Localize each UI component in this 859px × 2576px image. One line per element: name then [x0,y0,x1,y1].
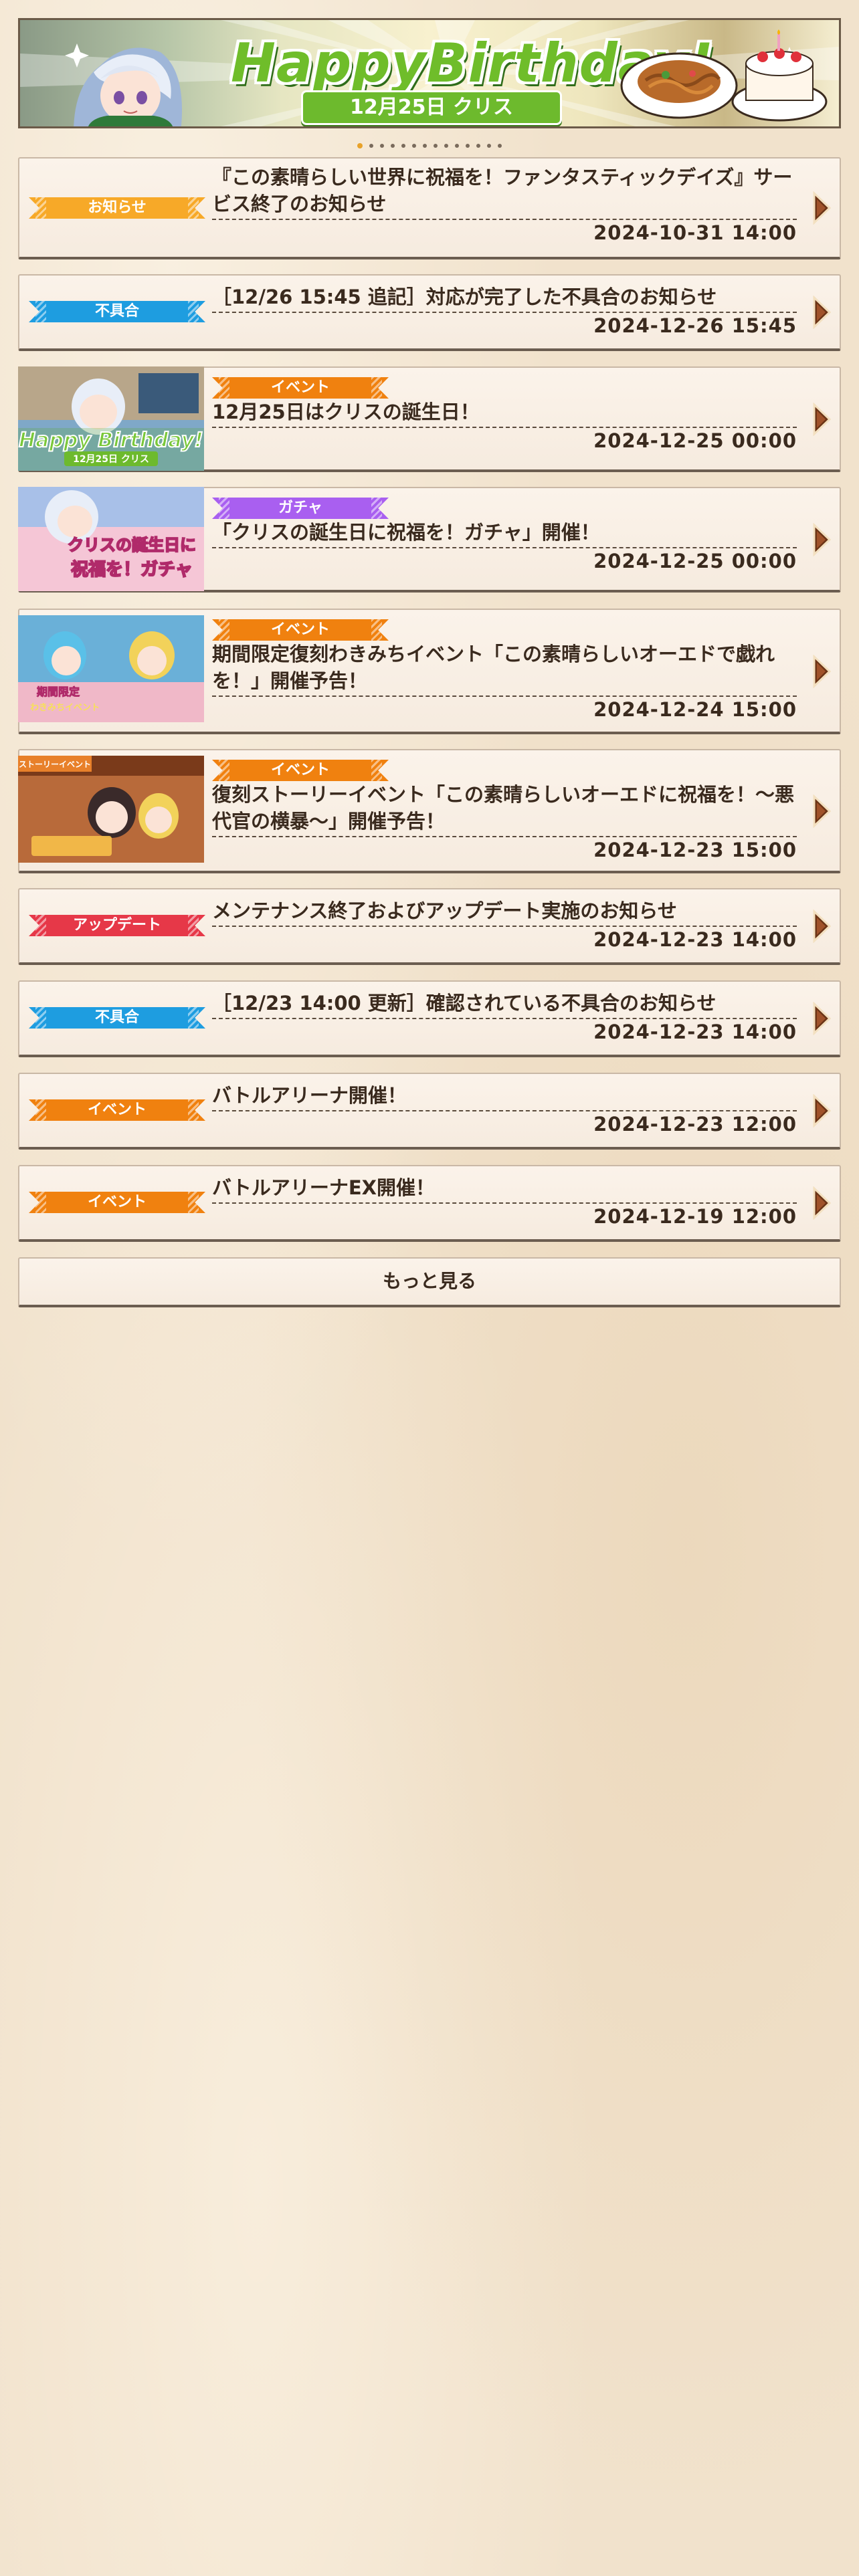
carousel-dot[interactable] [380,144,384,148]
carousel-dot[interactable] [391,144,395,148]
news-date: 2024-12-25 00:00 [212,427,797,452]
chevron-right-icon [813,909,832,943]
tag-event: イベント [212,760,389,781]
banner-subtitle-ribbon: 12月25日 クリス [301,90,562,125]
birthday-banner[interactable]: HappyBirthday! 12月25日 クリス [18,18,841,128]
news-title: 『この素晴らしい世界に祝福を！ファンタスティックデイズ』サービス終了のお知らせ [212,166,793,215]
carousel-dot[interactable] [412,144,416,148]
carousel-dot[interactable] [434,144,438,148]
carousel-dot[interactable] [455,144,459,148]
tag-notice: お知らせ [29,197,205,219]
carousel-dot[interactable] [401,144,405,148]
tag-gacha: ガチャ [212,498,389,519]
news-title: バトルアリーナ開催！ [212,1084,407,1107]
birthday-thumbnail: Happy Birthday! 12月25日 クリス [18,366,204,471]
news-item[interactable]: Happy Birthday! 12月25日 クリス イベント 12月25日はク… [18,366,841,472]
tag-bug: 不具合 [29,301,205,322]
thumb-subtitle: わきみちイベント [30,703,100,713]
thumb-title: クリスの誕生日に [68,536,196,554]
tag-update: アップデート [29,915,205,936]
chevron-right-icon [813,655,832,688]
news-title: メンテナンス終了およびアップデート実施のお知らせ [212,899,677,922]
waki-michi-event-thumbnail: 期間限定 わきみちイベント [18,615,204,722]
tag-event: イベント [212,377,389,399]
news-title: バトルアリーナEX開催！ [212,1176,436,1199]
news-date: 2024-10-31 14:00 [212,219,797,244]
news-title: 12月25日はクリスの誕生日！ [212,401,480,423]
carousel-dot[interactable] [466,144,470,148]
chevron-right-icon [813,1186,832,1220]
more-button[interactable]: もっと見る [18,1257,841,1307]
news-date: 2024-12-23 14:00 [212,1018,797,1043]
news-title: ［12/26 15:45 追記］対応が完了した不具合のお知らせ [212,286,717,308]
thumb-subtitle: 祝福を！ガチャ [71,560,193,580]
news-item[interactable]: 不具合 ［12/23 14:00 更新］確認されている不具合のお知らせ 2024… [18,980,841,1057]
news-date: 2024-12-23 15:00 [212,836,797,861]
carousel-indicator [0,143,859,148]
news-title: 「クリスの誕生日に祝福を！ガチャ」開催！ [212,521,600,544]
tag-event: イベント [29,1192,205,1213]
chevron-right-icon [813,1094,832,1128]
thumb-title: Happy Birthday! [19,429,203,452]
news-item[interactable]: お知らせ 『この素晴らしい世界に祝福を！ファンタスティックデイズ』サービス終了の… [18,157,841,259]
carousel-dot[interactable] [423,144,427,148]
yakisoba-plate-icon [620,52,738,119]
kris-character-art [74,47,182,126]
tag-event: イベント [212,619,389,641]
carousel-dot[interactable] [476,144,480,148]
news-date: 2024-12-26 15:45 [212,312,797,337]
story-event-thumbnail: ストーリーイベント [18,756,204,863]
news-item[interactable]: アップデート メンテナンス終了およびアップデート実施のお知らせ 2024-12-… [18,888,841,965]
chevron-right-icon [813,794,832,828]
chevron-right-icon [813,1002,832,1035]
news-date: 2024-12-23 12:00 [212,1110,797,1136]
news-item[interactable]: 不具合 ［12/26 15:45 追記］対応が完了した不具合のお知らせ 2024… [18,274,841,351]
news-date: 2024-12-25 00:00 [212,547,797,572]
carousel-dot[interactable] [369,144,373,148]
thumb-title: 期間限定 [37,685,80,698]
chevron-right-icon [813,403,832,436]
carousel-dot[interactable] [357,143,363,148]
carousel-dot[interactable] [487,144,491,148]
chevron-right-icon [813,523,832,556]
thumb-title: ストーリーイベント [19,760,91,769]
news-item[interactable]: クリスの誕生日に 祝福を！ガチャ ガチャ 「クリスの誕生日に祝福を！ガチャ」開催… [18,487,841,593]
news-date: 2024-12-19 12:00 [212,1202,797,1228]
birthday-cake-icon [731,29,828,122]
news-item[interactable]: イベント バトルアリーナEX開催！ 2024-12-19 12:00 [18,1165,841,1242]
news-title: 期間限定復刻わきみちイベント「この素晴らしいオーエドで戯れを！」開催予告！ [212,643,775,692]
carousel-dot[interactable] [498,144,502,148]
gacha-thumbnail: クリスの誕生日に 祝福を！ガチャ [18,487,204,591]
carousel-dot[interactable] [444,144,448,148]
news-item[interactable]: ストーリーイベント イベント 復刻ストーリーイベント「この素晴らしいオーエドに祝… [18,749,841,873]
news-date: 2024-12-24 15:00 [212,695,797,721]
tag-event: イベント [29,1099,205,1121]
chevron-right-icon [813,191,832,225]
chevron-right-icon [813,296,832,329]
news-title: 復刻ストーリーイベント「この素晴らしいオーエドに祝福を！〜悪代官の横暴〜」開催予… [212,783,795,833]
news-item[interactable]: イベント バトルアリーナ開催！ 2024-12-23 12:00 [18,1073,841,1150]
news-date: 2024-12-23 14:00 [212,926,797,951]
thumb-subtitle: 12月25日 クリス [73,454,149,465]
tag-bug: 不具合 [29,1007,205,1029]
news-item[interactable]: 期間限定 わきみちイベント イベント 期間限定復刻わきみちイベント「この素晴らし… [18,609,841,734]
news-title: ［12/23 14:00 更新］確認されている不具合のお知らせ [212,992,717,1014]
